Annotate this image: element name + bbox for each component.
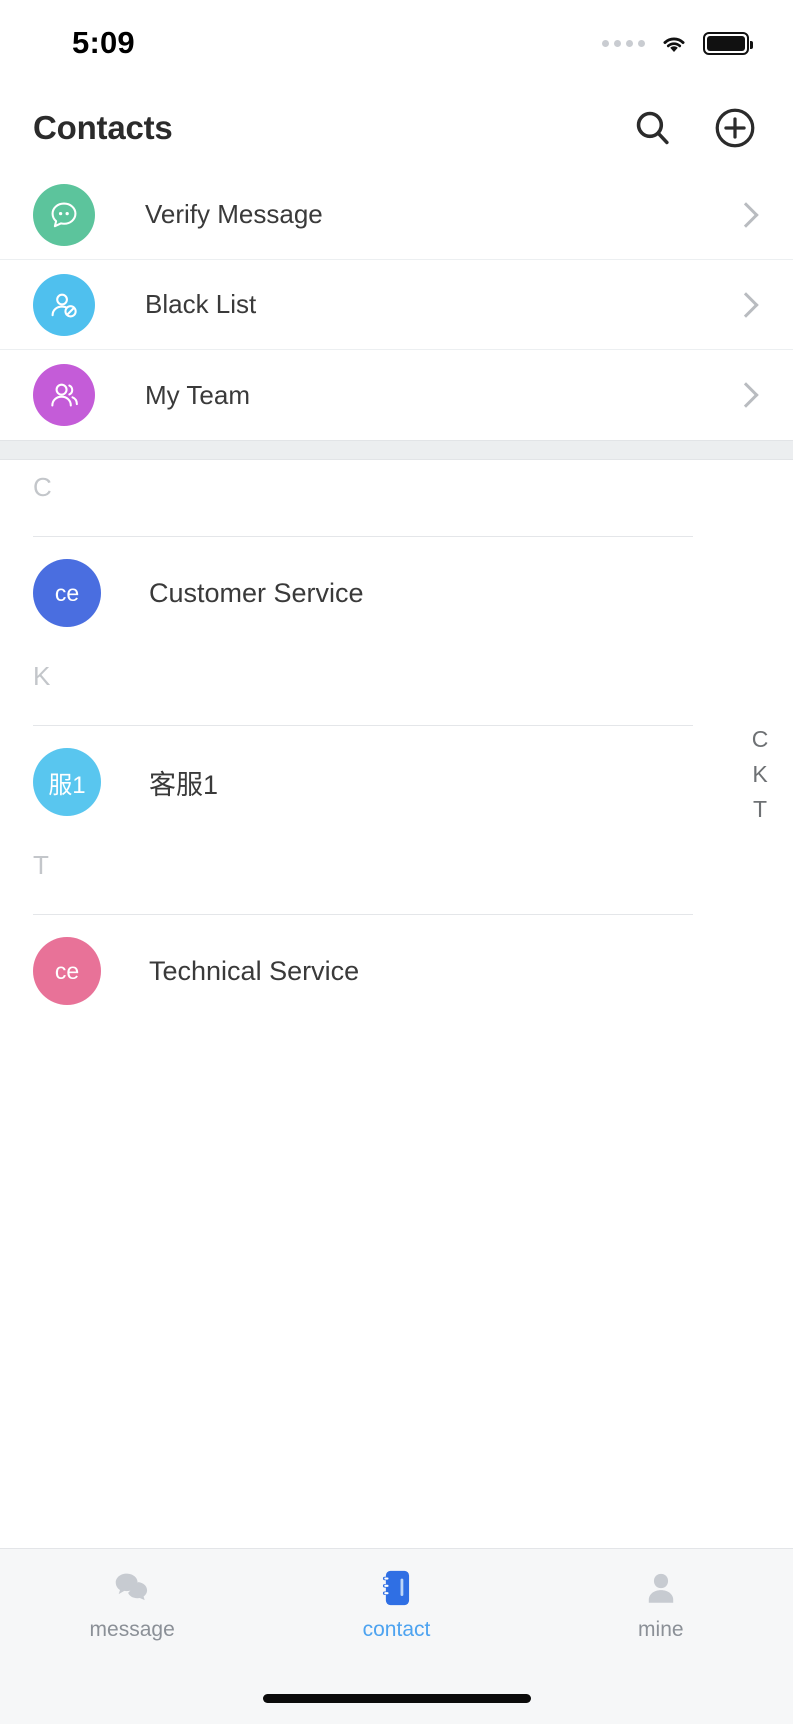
team-people-icon [33,364,95,426]
status-time: 5:09 [72,25,135,60]
status-bar: 5:09 [0,0,793,86]
search-icon [636,111,669,145]
tab-message[interactable]: message [0,1567,264,1642]
wifi-icon [663,37,685,53]
add-contact-button[interactable] [713,106,757,150]
tab-mine[interactable]: mine [529,1567,793,1642]
message-bubbles-icon [112,1567,152,1609]
section-header-k: K [0,649,793,725]
contact-name: Customer Service [149,577,364,608]
add-circle-icon [715,108,755,148]
chevron-right-icon [733,291,759,318]
chevron-right-icon [733,382,759,408]
address-book-icon [377,1567,415,1609]
contact-row[interactable]: 服1 客服1 [0,726,793,838]
entry-label: My Team [145,379,250,410]
section-letter: C [33,472,52,502]
contact-row[interactable]: ce Technical Service [0,915,793,1027]
home-indicator-area [0,1672,793,1724]
section-header-c: C [0,460,793,536]
avatar: 服1 [33,748,101,816]
search-button[interactable] [631,106,675,150]
index-letter-t[interactable]: T [753,798,767,821]
tab-label: mine [638,1618,684,1641]
contact-name: 客服1 [149,769,219,800]
section-letter: T [33,850,49,880]
person-icon [642,1567,680,1609]
chevron-right-icon [733,201,759,228]
index-letter-k[interactable]: K [752,763,767,786]
entry-label: Black List [145,289,257,319]
app-header: Contacts [0,86,793,170]
page-title: Contacts [33,109,173,146]
entry-my-team[interactable]: My Team [0,350,793,440]
avatar: ce [33,559,101,627]
section-header-t: T [0,838,793,914]
avatar: ce [33,937,101,1005]
alphabet-index-bar[interactable]: C K T [743,728,777,821]
entry-black-list[interactable]: Black List [0,260,793,350]
signal-dots-icon [602,39,645,47]
contacts-list: C ce Customer Service K 服1 客服1 T ce Tech… [0,460,793,1548]
header-actions [631,106,757,150]
index-letter-c[interactable]: C [752,728,769,751]
entry-group: Verify Message Black List My Team [0,170,793,440]
tab-label: contact [362,1618,431,1641]
contact-row[interactable]: ce Customer Service [0,537,793,649]
entry-label: Verify Message [145,199,323,229]
chat-bubble-icon [33,183,95,246]
user-blocked-icon [33,273,95,336]
bottom-tab-bar: message contact mine [0,1548,793,1672]
tab-contact[interactable]: contact [264,1567,528,1642]
section-divider-band [0,440,793,460]
home-indicator[interactable] [262,1693,531,1703]
section-letter: K [33,661,51,691]
phone-screen: 5:09 Contacts Verify Message Black List … [0,0,793,1724]
battery-full-icon [703,31,753,55]
status-indicators [602,31,753,55]
tab-label: message [89,1618,175,1641]
contact-name: Technical Service [149,955,360,986]
entry-verify-message[interactable]: Verify Message [0,170,793,260]
